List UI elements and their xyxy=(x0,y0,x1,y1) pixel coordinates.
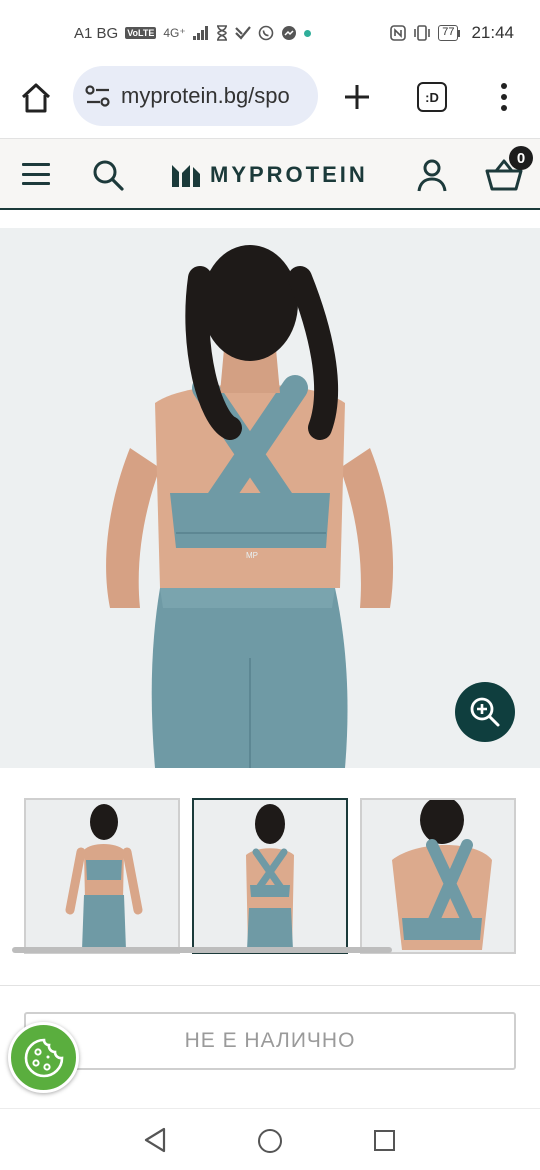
cookie-icon xyxy=(24,1038,63,1077)
cookie-settings-button[interactable] xyxy=(8,1022,79,1093)
url-text[interactable]: myprotein.bg/spo xyxy=(121,83,290,109)
home-icon[interactable] xyxy=(18,80,54,116)
new-tab-icon[interactable] xyxy=(340,80,374,114)
vibrate-icon xyxy=(414,25,431,41)
out-of-stock-button[interactable]: НЕ Е НАЛИЧНО xyxy=(24,1012,516,1070)
thumbnail-3[interactable] xyxy=(360,798,516,954)
battery-indicator: 77 xyxy=(438,25,461,41)
logo-text: MYPROTEIN xyxy=(210,162,368,187)
address-bar[interactable]: myprotein.bg/spo xyxy=(73,66,318,126)
zoom-button[interactable] xyxy=(455,682,515,742)
home-nav-icon[interactable] xyxy=(258,1129,282,1153)
site-header: MYPROTEIN xyxy=(0,138,540,210)
svg-text:MP: MP xyxy=(246,551,258,560)
nfc-icon xyxy=(390,25,407,41)
thumbnail-2[interactable] xyxy=(192,798,348,954)
messenger-icon xyxy=(281,26,296,40)
account-icon[interactable] xyxy=(414,157,450,193)
volte-badge: VoLTE xyxy=(125,27,157,39)
battery-level: 77 xyxy=(438,25,459,41)
thumbnail-scrollbar[interactable] xyxy=(12,947,392,953)
recent-apps-icon[interactable] xyxy=(374,1130,395,1151)
app-dot-icon xyxy=(303,29,311,37)
thumbnail-gallery xyxy=(24,798,516,954)
section-divider xyxy=(0,985,540,986)
clock: 21:44 xyxy=(471,23,514,42)
system-navigation-bar xyxy=(0,1108,540,1170)
product-main-image[interactable]: MP xyxy=(0,228,540,768)
zoom-in-icon xyxy=(470,697,500,727)
myprotein-logo-mark-icon xyxy=(172,165,200,187)
status-right: 77 21:44 xyxy=(390,23,514,43)
hourglass-icon xyxy=(216,25,227,41)
back-icon[interactable] xyxy=(143,1127,167,1153)
tab-switcher-button[interactable]: :D xyxy=(417,82,447,112)
product-photo: MP xyxy=(0,228,540,768)
thumbnail-side-back-photo xyxy=(362,800,514,952)
basket-count-badge: 0 xyxy=(509,146,533,170)
signal-icon xyxy=(192,26,208,40)
site-settings-icon[interactable] xyxy=(85,85,111,107)
browser-menu-icon[interactable] xyxy=(496,80,512,114)
hamburger-menu-icon[interactable] xyxy=(22,163,50,185)
thumbnail-front-photo xyxy=(26,800,178,952)
status-left: A1 BG VoLTE 4G⁺ xyxy=(74,25,311,42)
viber-icon xyxy=(258,25,274,41)
status-bar: A1 BG VoLTE 4G⁺ 77 21:44 xyxy=(0,0,540,66)
thumbnail-back-photo xyxy=(194,800,346,952)
search-icon[interactable] xyxy=(90,157,126,193)
battery-tip xyxy=(458,29,461,37)
network-type: 4G⁺ xyxy=(163,26,186,40)
thumbnail-1[interactable] xyxy=(24,798,180,954)
myprotein-logo[interactable]: MYPROTEIN xyxy=(172,161,368,189)
notification-icon xyxy=(234,26,251,40)
carrier-label: A1 BG xyxy=(74,24,119,42)
browser-toolbar: myprotein.bg/spo :D xyxy=(0,66,540,138)
